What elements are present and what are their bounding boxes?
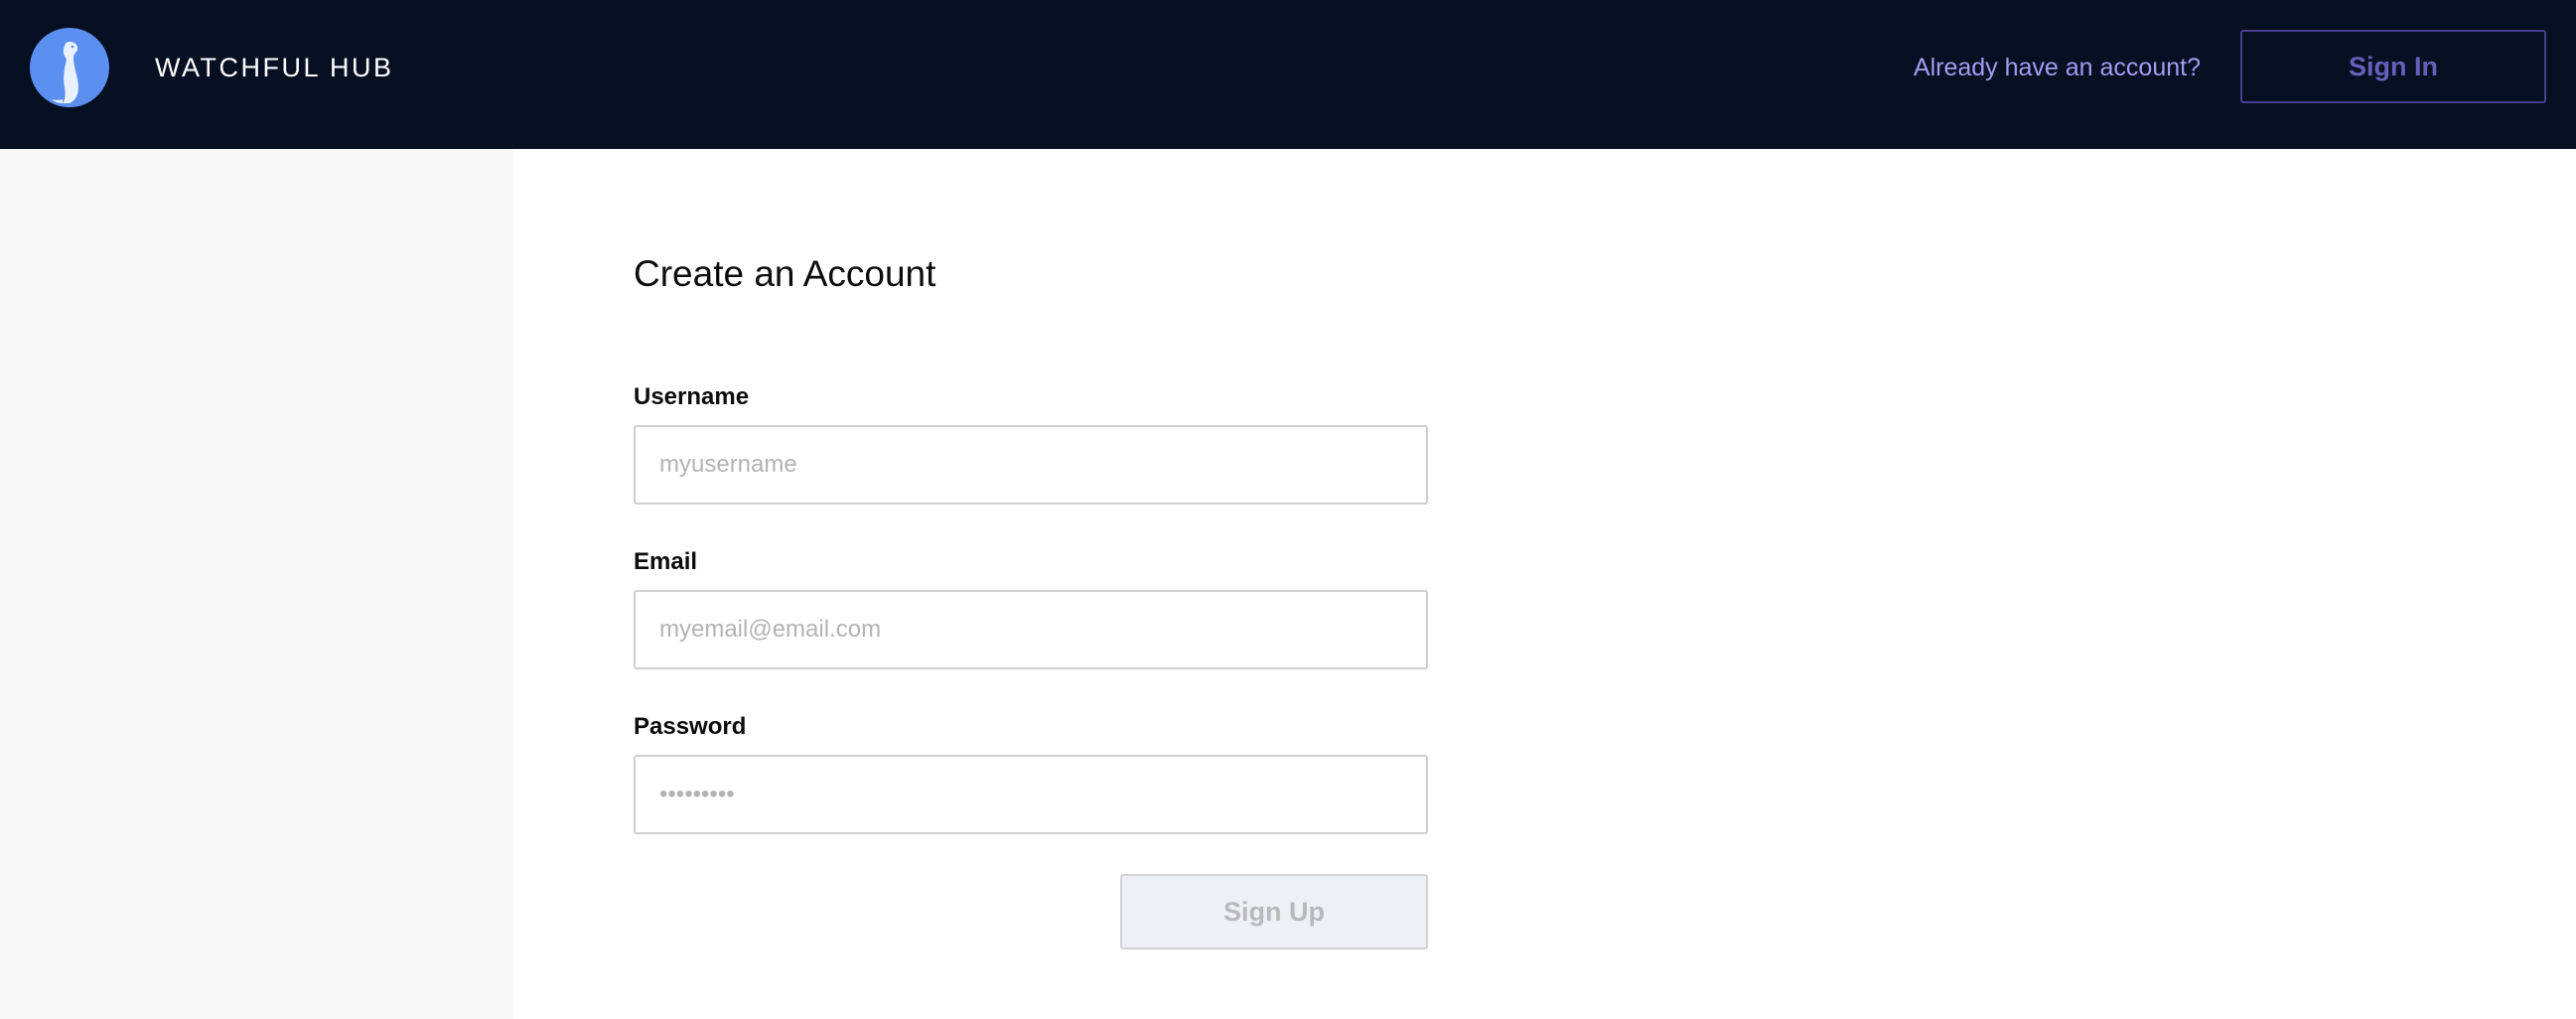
left-sidebar bbox=[0, 149, 513, 1019]
meerkat-logo-icon[interactable] bbox=[30, 28, 109, 107]
top-navbar: WATCHFUL HUB Already have an account? Si… bbox=[0, 0, 2576, 149]
password-input[interactable] bbox=[634, 755, 1428, 834]
page-title: Create an Account bbox=[634, 253, 936, 294]
email-label: Email bbox=[634, 548, 698, 575]
email-input[interactable] bbox=[634, 590, 1428, 669]
brand-name: WATCHFUL HUB bbox=[155, 53, 394, 82]
sign-in-button[interactable]: Sign In bbox=[2240, 30, 2546, 103]
sign-up-button[interactable]: Sign Up bbox=[1120, 874, 1428, 949]
username-label: Username bbox=[634, 383, 750, 410]
username-input[interactable] bbox=[634, 425, 1428, 505]
password-label: Password bbox=[634, 713, 747, 740]
already-have-account-link[interactable]: Already have an account? bbox=[1914, 50, 2201, 85]
